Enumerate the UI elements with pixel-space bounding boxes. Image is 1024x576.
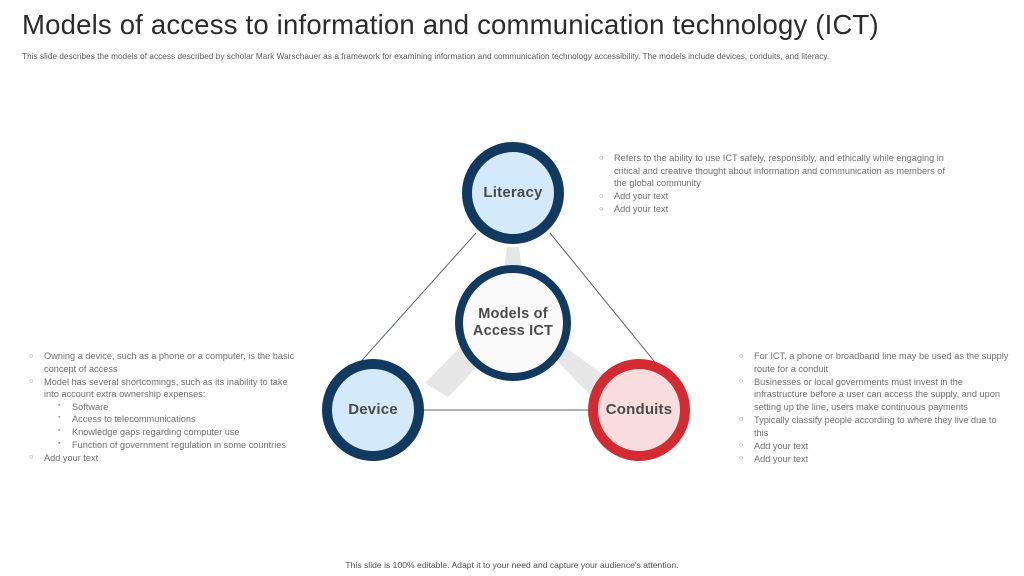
sub-list-item: Software: [58, 400, 296, 414]
bullets-literacy: Refers to the ability to use ICT safely,…: [598, 152, 950, 216]
list-item-text: For ICT, a phone or broadband line may b…: [754, 351, 1009, 374]
list-item-text: Refers to the ability to use ICT safely,…: [614, 153, 945, 189]
page-title: Models of access to information and comm…: [22, 9, 879, 40]
slide-subtitle: This slide describes the models of acces…: [22, 52, 830, 61]
slide-footer: This slide is 100% editable. Adapt it to…: [345, 560, 679, 570]
node-center-models-of-access-ict[interactable]: Models of Access ICT: [455, 265, 571, 381]
list-item: Add your text: [598, 190, 950, 203]
sub-list-item: Access to telecommunications: [58, 413, 296, 426]
list-item: For ICT, a phone or broadband line may b…: [738, 349, 1010, 375]
sub-list-item: Knowledge gaps regarding computer use: [58, 425, 296, 439]
list-item: Add your text: [738, 452, 1010, 466]
node-device-label: Device: [348, 401, 398, 419]
bullet-list-device: Owning a device, such as a phone or a co…: [28, 349, 296, 465]
list-item: Model has several shortcomings, such as …: [28, 375, 296, 452]
node-conduits-label: Conduits: [605, 401, 673, 419]
list-item-text: Add your text: [44, 452, 99, 463]
list-item: Typically classify people according to w…: [738, 413, 1010, 439]
node-center-label: Models of Access ICT: [473, 306, 553, 339]
node-conduits[interactable]: Conduits: [588, 359, 690, 461]
node-device[interactable]: Device: [322, 359, 424, 461]
list-item: Owning a device, such as a phone or a co…: [28, 349, 296, 375]
list-item-text: Add your text: [614, 191, 669, 202]
node-center-label-line2: Access ICT: [472, 323, 554, 339]
list-item: Add your text: [28, 451, 296, 465]
sub-list-item: Function of government regulation in som…: [58, 438, 296, 452]
node-center-label-line1: Models of: [478, 306, 548, 323]
list-item: Add your text: [598, 203, 950, 216]
node-literacy-label: Literacy: [483, 184, 543, 202]
bullets-conduits: For ICT, a phone or broadband line may b…: [738, 349, 1010, 466]
node-literacy[interactable]: Literacy: [462, 142, 564, 244]
list-item-text: Add your text: [754, 453, 809, 464]
list-item: Add your text: [738, 439, 1010, 453]
list-item: Refers to the ability to use ICT safely,…: [598, 152, 950, 190]
bullet-list-literacy: Refers to the ability to use ICT safely,…: [598, 152, 950, 216]
list-item-text: Add your text: [754, 440, 809, 451]
list-item-text: Owning a device, such as a phone or a co…: [44, 351, 295, 374]
bullet-list-conduits: For ICT, a phone or broadband line may b…: [738, 349, 1010, 466]
list-item-text: Businesses or local governments must inv…: [754, 376, 1000, 412]
list-item-text: Typically classify people according to w…: [754, 414, 997, 438]
bullets-device: Owning a device, such as a phone or a co…: [28, 349, 296, 465]
sub-bullet-list: SoftwareAccess to telecommunicationsKnow…: [44, 400, 296, 452]
list-item: Businesses or local governments must inv…: [738, 375, 1010, 414]
list-item-text: Model has several shortcomings, such as …: [44, 376, 288, 400]
list-item-text: Add your text: [614, 204, 669, 215]
